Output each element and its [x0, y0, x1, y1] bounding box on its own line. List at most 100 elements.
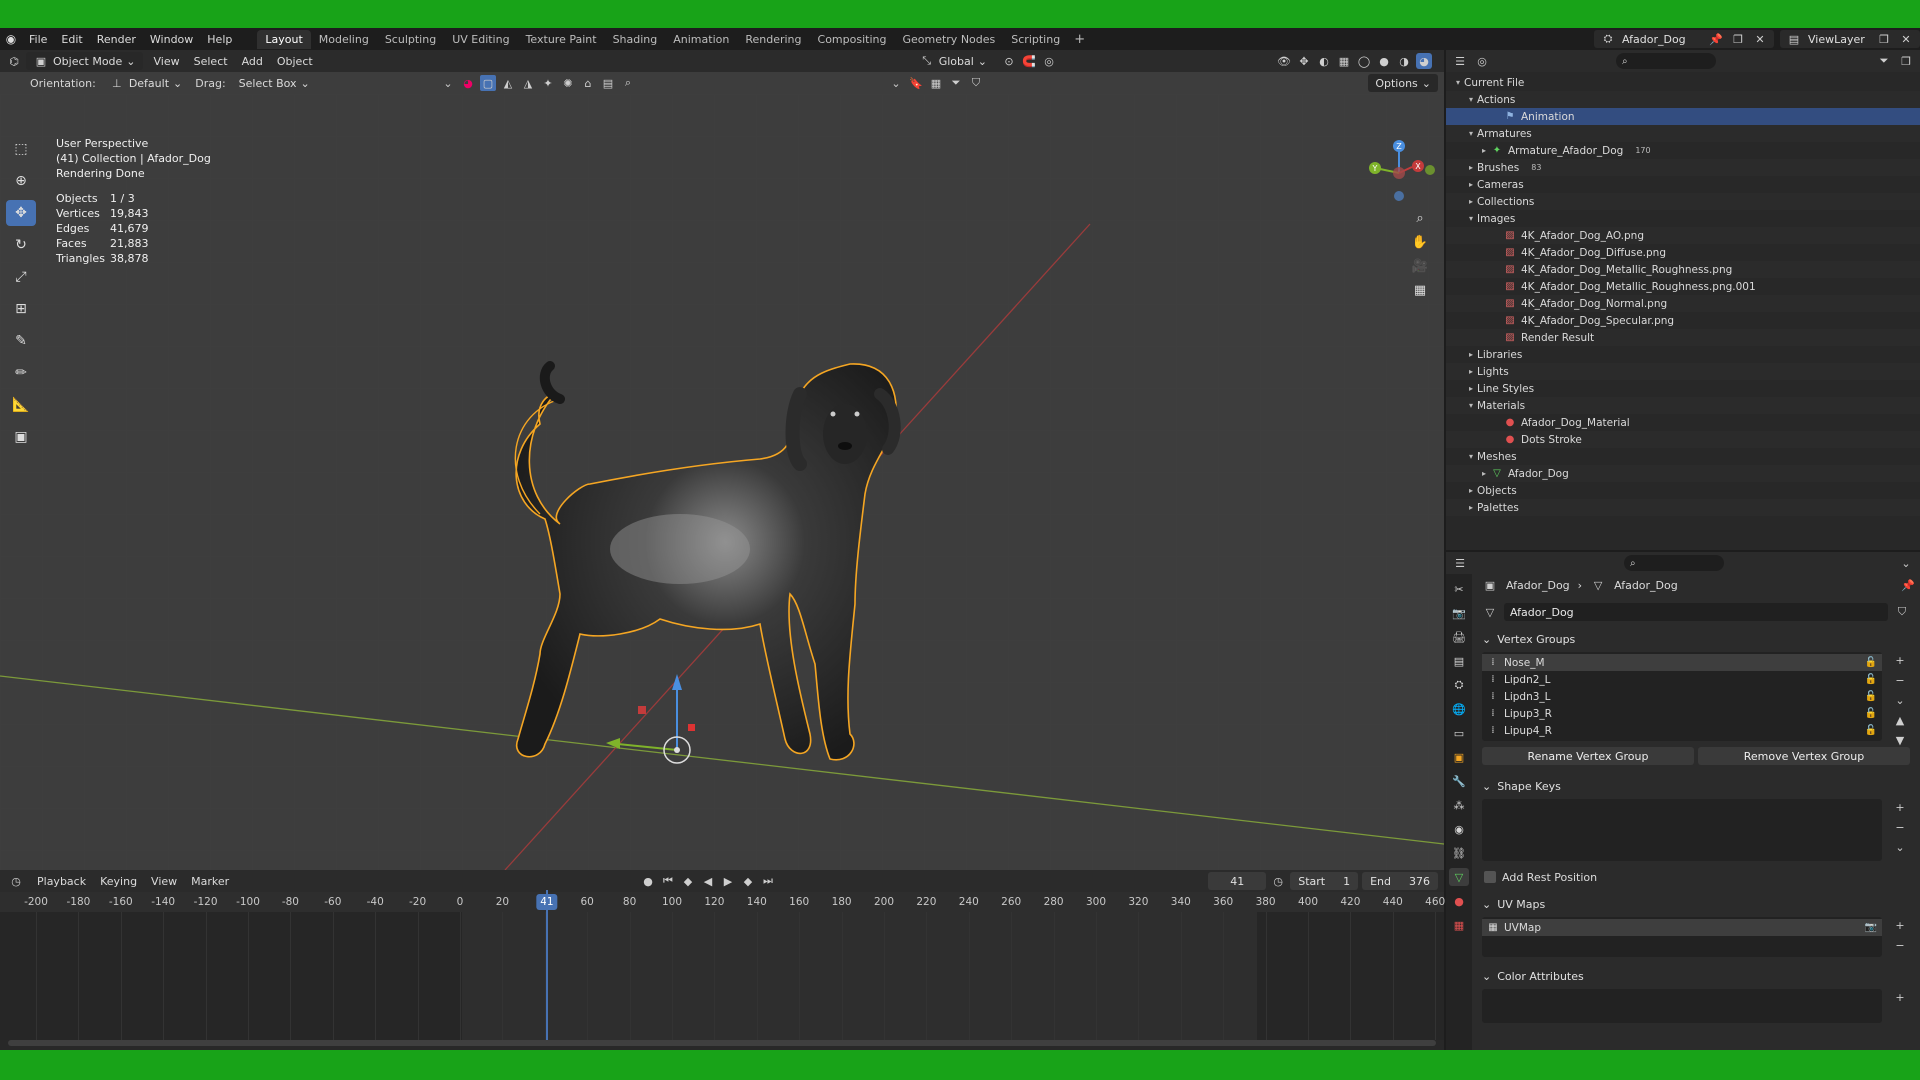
collapsed-arrow-icon[interactable]: ▸ — [1465, 367, 1477, 376]
filter-icon[interactable]: ⏷ — [1876, 53, 1892, 69]
add-icon[interactable]: + — [1892, 917, 1908, 933]
zoom-icon[interactable]: ⌕ — [1412, 210, 1428, 226]
timeline-menu-keying[interactable]: Keying — [93, 872, 144, 890]
outliner-item[interactable]: ▨ 4K_Afador_Dog_Diffuse.png — [1446, 244, 1920, 261]
lock-icon[interactable]: 🔓 — [1864, 691, 1878, 703]
expanded-arrow-icon[interactable]: ▾ — [1465, 129, 1477, 138]
physics-tab-icon[interactable]: ◉ — [1449, 820, 1469, 838]
menu-window[interactable]: Window — [143, 33, 200, 46]
add-workspace-icon[interactable]: + — [1068, 32, 1091, 47]
outliner-item[interactable]: ▸ Palettes — [1446, 499, 1920, 516]
expanded-arrow-icon[interactable]: ▾ — [1465, 452, 1477, 461]
jump-start-icon[interactable]: ⏮ — [660, 873, 676, 889]
playhead-line[interactable] — [545, 890, 548, 1040]
timeline-body[interactable] — [0, 912, 1444, 1040]
filter-material-icon[interactable]: ◮ — [520, 75, 536, 91]
outliner-item[interactable]: ▸ ▽ Afador_Dog — [1446, 465, 1920, 482]
rotate-icon[interactable]: ↻ — [6, 232, 36, 258]
expanded-arrow-icon[interactable]: ▾ — [1452, 78, 1464, 87]
shading-wireframe-icon[interactable]: ◯ — [1356, 53, 1372, 69]
visibility-icon[interactable]: 👁 — [1276, 53, 1292, 69]
specials-icon[interactable]: ⌄ — [1892, 839, 1908, 855]
orientation-dropdown[interactable]: ⊥ Default ⌄ — [102, 74, 189, 92]
pin-icon[interactable]: 📌 — [1708, 31, 1724, 47]
tool-tab-icon[interactable]: ✂ — [1449, 580, 1469, 598]
timeline-menu-view[interactable]: View — [144, 872, 184, 890]
outliner-search-input[interactable]: ⌕ — [1616, 53, 1716, 69]
new-scene-icon[interactable]: ❐ — [1730, 31, 1746, 47]
jump-end-icon[interactable]: ⏭ — [760, 873, 776, 889]
scene-tab-icon[interactable]: ⛭ — [1449, 676, 1469, 694]
shading-solid-icon[interactable]: ● — [1376, 53, 1392, 69]
outliner-item[interactable]: ▨ 4K_Afador_Dog_Metallic_Roughness.png.00… — [1446, 278, 1920, 295]
modifier-tab-icon[interactable]: 🔧 — [1449, 772, 1469, 790]
tab-compositing[interactable]: Compositing — [810, 30, 895, 49]
delete-viewlayer-icon[interactable]: ✕ — [1898, 31, 1914, 47]
collapsed-arrow-icon[interactable]: ▸ — [1465, 503, 1477, 512]
object-tab-icon[interactable]: ▣ — [1449, 748, 1469, 766]
move-up-icon[interactable]: ▲ — [1892, 712, 1908, 728]
lock-icon[interactable]: 🔓 — [1864, 657, 1878, 669]
tab-sculpting[interactable]: Sculpting — [377, 30, 444, 49]
uv-map-item[interactable]: ▦ UVMap 📷 — [1482, 919, 1882, 936]
uv-map-list[interactable]: ▦ UVMap 📷 — [1482, 917, 1882, 957]
menu-render[interactable]: Render — [90, 33, 143, 46]
menu-file[interactable]: File — [22, 33, 54, 46]
timeline-scrollbar[interactable] — [8, 1040, 1436, 1046]
prev-keyframe-icon[interactable]: ◆ — [680, 873, 696, 889]
filter-image-icon[interactable]: ▤ — [600, 75, 616, 91]
outliner-item[interactable]: ▾ Images — [1446, 210, 1920, 227]
remove-vertex-group-button[interactable]: Remove Vertex Group — [1698, 747, 1910, 765]
viewport-menu-view[interactable]: View — [147, 52, 187, 70]
collapsed-arrow-icon[interactable]: ▸ — [1465, 486, 1477, 495]
remove-icon[interactable]: − — [1892, 937, 1908, 953]
editor-type-icon[interactable]: ⌬ — [6, 53, 22, 69]
uv-maps-panel-header[interactable]: ⌄ UV Maps — [1476, 893, 1916, 915]
outliner-item[interactable]: ▾ Current File — [1446, 74, 1920, 91]
filter-armature-icon[interactable]: ✦ — [540, 75, 556, 91]
vertex-group-item[interactable]: ⁞ Nose_M 🔓 — [1482, 654, 1882, 671]
pivot-icon[interactable]: ⊙ — [1001, 53, 1017, 69]
next-keyframe-icon[interactable]: ◆ — [740, 873, 756, 889]
proportional-edit-icon[interactable]: ◎ — [1041, 53, 1057, 69]
mode-dropdown[interactable]: ▣ Object Mode ⌄ — [26, 52, 143, 70]
vertex-group-item[interactable]: ⁞ Lipdn3_L 🔓 — [1482, 688, 1882, 705]
outliner-item[interactable]: ▸ ✦ Armature_Afador_Dog 170 — [1446, 142, 1920, 159]
chevron-down-icon[interactable]: ⌄ — [440, 75, 456, 91]
chevron-down-icon[interactable]: ⌄ — [888, 75, 904, 91]
outliner-item[interactable]: ▸ Collections — [1446, 193, 1920, 210]
outliner-item[interactable]: ▨ 4K_Afador_Dog_Normal.png — [1446, 295, 1920, 312]
mesh-data-icon[interactable]: ▽ — [1482, 604, 1498, 620]
outliner-editor[interactable]: ☰ ◎ ⌕ ⏷ ❐ ▾ Current File ▾ Actions ⚑ Animatio… — [1446, 50, 1920, 550]
tab-rendering[interactable]: Rendering — [737, 30, 809, 49]
pencil-icon[interactable]: ✏ — [6, 360, 36, 386]
material-tab-icon[interactable]: ● — [1449, 892, 1469, 910]
outliner-item[interactable]: ● Afador_Dog_Material — [1446, 414, 1920, 431]
add-rest-position-checkbox[interactable] — [1484, 871, 1496, 883]
output-tab-icon[interactable]: 🖨 — [1449, 628, 1469, 646]
add-rest-position-row[interactable]: Add Rest Position — [1476, 867, 1916, 887]
collapsed-arrow-icon[interactable]: ▸ — [1465, 163, 1477, 172]
outliner-item[interactable]: ▨ 4K_Afador_Dog_Metallic_Roughness.png — [1446, 261, 1920, 278]
filter-light-icon[interactable]: ✺ — [560, 75, 576, 91]
filter-camera-icon[interactable]: ⌂ — [580, 75, 596, 91]
add-icon[interactable]: + — [1892, 652, 1908, 668]
delete-scene-icon[interactable]: ✕ — [1752, 31, 1768, 47]
move-down-icon[interactable]: ▼ — [1892, 732, 1908, 748]
outliner-item[interactable]: ▸ Line Styles — [1446, 380, 1920, 397]
collapsed-arrow-icon[interactable]: ▸ — [1465, 180, 1477, 189]
tab-layout[interactable]: Layout — [257, 29, 311, 49]
search-icon[interactable]: ⌕ — [620, 75, 636, 91]
timeline-editor[interactable]: ◷ Playback Keying View Marker ● ⏮ ◆ ◀ ▶ ◆ ⏭… — [0, 870, 1445, 1050]
timeline-menu-marker[interactable]: Marker — [184, 872, 236, 890]
filter-mesh-icon[interactable]: ◭ — [500, 75, 516, 91]
particles-tab-icon[interactable]: ⁂ — [1449, 796, 1469, 814]
transform-icon[interactable]: ⊞ — [6, 296, 36, 322]
specials-icon[interactable]: ⌄ — [1892, 692, 1908, 708]
tab-animation[interactable]: Animation — [665, 30, 737, 49]
render-tab-icon[interactable]: 📷 — [1449, 604, 1469, 622]
color-attributes-panel-header[interactable]: ⌄ Color Attributes — [1476, 965, 1916, 987]
view-layer-tab-icon[interactable]: ▤ — [1449, 652, 1469, 670]
constraints-tab-icon[interactable]: ⛓ — [1449, 844, 1469, 862]
clock-icon[interactable]: ◷ — [8, 873, 24, 889]
